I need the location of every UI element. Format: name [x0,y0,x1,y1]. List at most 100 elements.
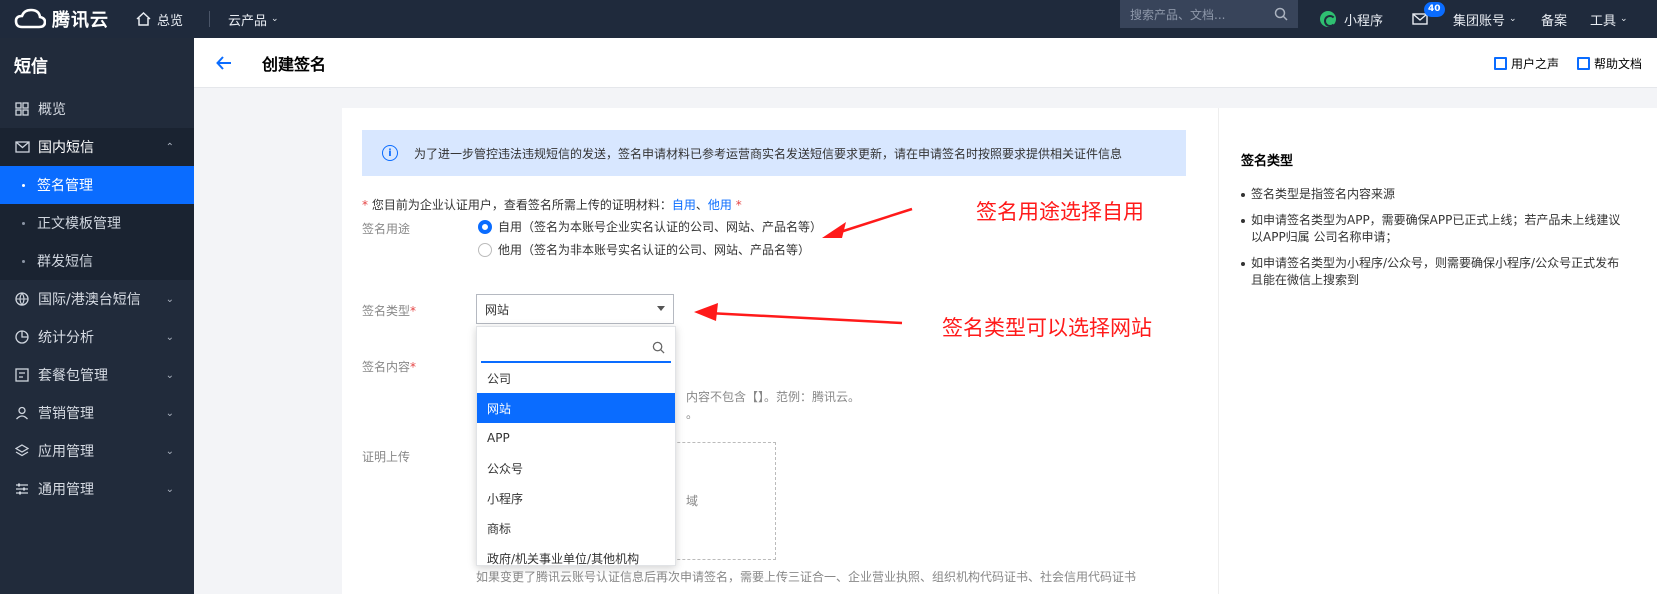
required-star: * [731,198,742,212]
sidebar-subitem-bulk-sms[interactable]: 群发短信 [0,242,194,280]
tools-menu[interactable]: 工具 ⌄ [1590,0,1628,38]
products-label: 云产品 [228,13,268,29]
required-star: * [410,304,417,318]
info-item: 签名类型是指签名内容来源 [1241,186,1621,203]
brand-name: 腾讯云 [52,10,109,31]
user-voice-link[interactable]: 用户之声 [1494,38,1559,88]
self-use-link[interactable]: 自用 [672,198,696,212]
help-docs-link[interactable]: 帮助文档 [1577,38,1642,88]
sidebar-subitem-template[interactable]: 正文模板管理 [0,204,194,242]
upload-hint: 域 [686,494,699,508]
dropdown-option[interactable]: APP [477,423,675,453]
sidebar-item-label: 营销管理 [38,406,94,422]
package-icon [14,367,30,383]
chevron-down-icon: ⌄ [165,445,174,457]
annotation-type: 签名类型可以选择网站 [942,316,1152,340]
info-title: 签名类型 [1241,154,1294,169]
sidebar-item-label: 国内短信 [38,140,94,156]
beian-link[interactable]: 备案 [1541,0,1567,38]
sidebar-subitem-signature[interactable]: 签名管理 [0,166,194,204]
search-input[interactable]: 搜索产品、文档... [1120,0,1298,28]
type-dropdown: 公司 网站 APP 公众号 小程序 商标 政府/机关事业单位/其他机构 [476,326,676,566]
sidebar-item-international-sms[interactable]: 国际/港澳台短信 ⌄ [0,280,194,318]
radio-unselected-icon[interactable] [478,242,492,257]
home-label: 总览 [157,13,184,29]
dropdown-option[interactable]: 公司 [477,363,675,393]
upload-label: 证明上传 [362,450,411,464]
home-link[interactable]: 总览 [136,10,183,29]
purpose-other-label: 他用（签名为非本账号实名认证的公司、网站、产品名等） [498,243,811,257]
sidebar-item-label: 国际/港澳台短信 [38,292,141,308]
mini-program-icon [1320,11,1336,27]
mail-button[interactable]: 40 [1412,0,1445,38]
topbar-divider [209,11,211,27]
search-icon [652,341,665,354]
annotation-purpose: 签名用途选择自用 [976,200,1144,224]
sidebar-item-apps[interactable]: 应用管理 ⌄ [0,432,194,470]
info-panel: 签名类型 签名类型是指签名内容来源 如申请签名类型为APP，需要确保APP已正式… [1218,108,1657,594]
purpose-self-radio[interactable]: 自用（签名为本账号企业实名认证的公司、网站、产品名等） [478,218,822,235]
purpose-self-label: 自用（签名为本账号企业实名认证的公司、网站、产品名等） [498,220,823,234]
products-menu[interactable]: 云产品 ⌄ [228,10,279,29]
notice-banner: i 为了进一步管控违法违规短信的发送，签名申请材料已参考运营商实名发送短信要求更… [362,130,1186,176]
chevron-down-icon: ⌄ [1509,14,1517,24]
top-bar: 腾讯云 总览 云产品 ⌄ 搜索产品、文档... 小程序 40 集团账号 ⌄ 备案… [0,0,1657,38]
notice-text: 为了进一步管控违法违规短信的发送，签名申请材料已参考运营商实名发送短信要求更新，… [414,146,1123,161]
chevron-down-icon: ⌄ [165,293,174,305]
chevron-down-icon: ⌄ [1620,14,1628,24]
feedback-icon [1494,56,1507,70]
dropdown-search-input[interactable] [481,333,671,363]
dropdown-option[interactable]: 商标 [477,513,675,543]
dropdown-option[interactable]: 小程序 [477,483,675,513]
dropdown-option[interactable]: 政府/机关事业单位/其他机构 [477,543,675,573]
type-label-text: 签名类型 [362,304,411,318]
purpose-label: 签名用途 [362,222,411,236]
back-button[interactable] [212,51,236,75]
bullet-icon [22,221,25,225]
chevron-down-icon: ⌄ [165,407,174,419]
dropdown-option-selected[interactable]: 网站 [477,393,675,423]
requirement-text: * 您目前为企业认证用户，查看签名所需上传的证明材料：自用、他用 * [362,196,742,213]
page-header: 创建签名 用户之声 帮助文档 [194,38,1657,88]
purpose-other-radio[interactable]: 他用（签名为非本账号实名认证的公司、网站、产品名等） [478,241,810,258]
help-docs-label: 帮助文档 [1594,56,1643,71]
sidebar-item-overview[interactable]: 概览 [0,90,194,128]
bullet-icon [22,183,25,187]
sidebar-item-package[interactable]: 套餐包管理 ⌄ [0,356,194,394]
mini-program-link[interactable]: 小程序 [1320,0,1383,38]
sidebar-subitem-label: 签名管理 [37,178,93,194]
required-star: * [362,198,372,212]
sidebar-item-statistics[interactable]: 统计分析 ⌄ [0,318,194,356]
globe-icon [14,291,30,307]
other-use-link[interactable]: 他用 [708,198,732,212]
group-account-menu[interactable]: 集团账号 ⌄ [1453,0,1517,38]
caret-down-icon [657,306,665,311]
content-label: 签名内容* [362,358,416,375]
mail-icon [14,139,30,155]
mail-badge: 40 [1424,2,1445,17]
mini-program-label: 小程序 [1344,13,1384,29]
type-select[interactable]: 网站 [476,294,674,324]
sidebar-item-label: 概览 [38,102,66,118]
chevron-down-icon: ⌄ [165,369,174,381]
user-voice-label: 用户之声 [1511,56,1560,71]
cloud-logo-icon [14,8,46,29]
content-hint-2: 。 [686,407,699,421]
layers-icon [14,443,30,459]
pie-chart-icon [14,329,30,345]
sidebar-item-marketing[interactable]: 营销管理 ⌄ [0,394,194,432]
beian-label: 备案 [1541,13,1568,29]
sidebar-item-general[interactable]: 通用管理 ⌄ [0,470,194,508]
page-title: 创建签名 [262,54,327,74]
radio-selected-icon[interactable] [478,219,492,234]
search-icon[interactable] [1274,7,1288,21]
group-account-label: 集团账号 [1453,13,1506,29]
sidebar-title: 短信 [14,56,48,77]
required-star: * [410,360,417,374]
dropdown-option[interactable]: 公众号 [477,453,675,483]
chevron-down-icon: ⌄ [271,14,279,24]
sidebar-item-label: 套餐包管理 [38,368,108,384]
sidebar-item-domestic-sms[interactable]: 国内短信 ⌃ [0,128,194,166]
brand-logo[interactable]: 腾讯云 [0,6,130,32]
arrow-left-icon [216,55,231,70]
